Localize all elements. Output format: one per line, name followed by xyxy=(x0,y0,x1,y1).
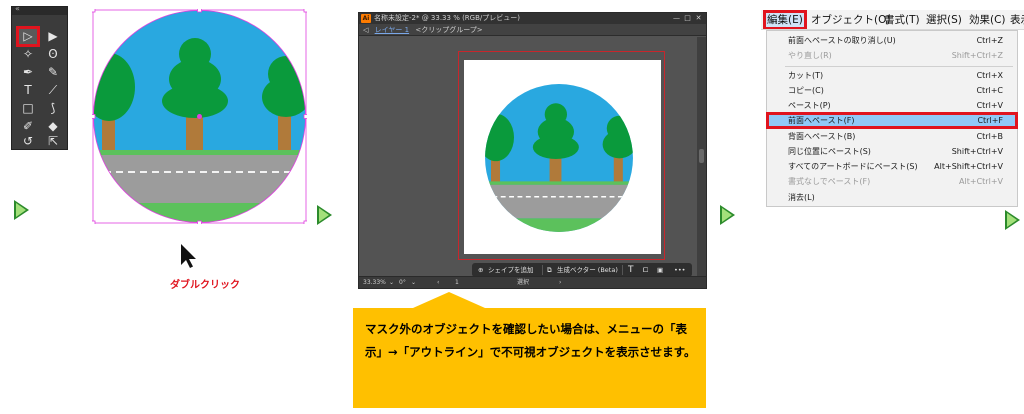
menu-item-undo-paste-in-front[interactable]: 前面へペーストの取り消し(U) Ctrl+Z xyxy=(767,33,1017,48)
curvature-tool-icon[interactable]: ✎ xyxy=(43,64,63,81)
menu-separator xyxy=(785,66,1013,67)
menu-item-paste-in-front[interactable]: 前面へペースト(F) Ctrl+F xyxy=(766,112,1018,129)
menu-select[interactable]: 選択(S) xyxy=(926,10,962,29)
tools-panel-grip[interactable]: « xyxy=(12,4,67,15)
menu-item-redo: やり直し(R) Shift+Ctrl+Z xyxy=(788,51,1003,60)
rotate-tool-icon[interactable]: ↺ xyxy=(18,133,38,150)
menu-item-copy[interactable]: コピー(C) Ctrl+C xyxy=(767,83,1017,98)
menu-item-paste-in-place[interactable]: 同じ位置にペースト(S) Shift+Ctrl+V xyxy=(767,144,1017,159)
more-options-icon[interactable]: ••• xyxy=(674,263,686,277)
rotation-dropdown-icon[interactable]: ⌄ xyxy=(411,277,416,288)
back-arrow-icon[interactable]: ◁ xyxy=(363,26,368,34)
grass-strip xyxy=(93,150,306,155)
double-click-caption: ダブルクリック xyxy=(170,280,240,291)
selection-tool-icon[interactable]: ▷ xyxy=(16,26,40,47)
clip-group-artwork[interactable] xyxy=(92,9,307,224)
rotation-value[interactable]: 0° xyxy=(399,277,406,288)
isolation-layer-link[interactable]: レイヤー 1 xyxy=(375,26,409,34)
generate-vector-icon[interactable]: ⧉ xyxy=(547,263,552,277)
artboard-number[interactable]: 1 xyxy=(455,277,459,288)
menu-item-paste[interactable]: ペースト(P) Ctrl+V xyxy=(767,98,1017,113)
paintbrush-tool-icon[interactable]: ⟆ xyxy=(43,100,63,117)
tools-panel: « ▷ ▶ ✧ ʘ ✒ ✎ T ⟋ □ ⟆ ✐ ◆ ↺ ⇱ xyxy=(11,4,68,150)
road xyxy=(93,155,306,203)
type-tool-icon[interactable]: T xyxy=(18,82,38,99)
title-bar: Ai 名称未設定-2* @ 33.33 % (RGB/プレビュー) — □ ✕ xyxy=(359,13,706,24)
zoom-dropdown-icon[interactable]: ⌄ xyxy=(389,277,394,288)
step-arrow-icon xyxy=(1005,210,1020,230)
minimize-button[interactable]: — xyxy=(671,13,682,24)
scrollbar-thumb[interactable] xyxy=(699,149,704,163)
callout-box: マスク外のオブジェクトを確認したい場合は、メニューの「表示」→「アウトライン」で… xyxy=(353,308,706,408)
contextual-task-bar: ⊕ シェイプを追加 ⧉ 生成ベクター (Beta) T ⧠ ▣ ••• xyxy=(472,263,692,277)
clip-group-artwork-preview[interactable] xyxy=(484,83,634,233)
tool-mode-label: 選択 xyxy=(517,279,530,286)
add-shape-icon[interactable]: ⊕ xyxy=(478,263,483,277)
crop-icon[interactable]: ⧠ xyxy=(643,263,648,277)
step-arrow-icon xyxy=(720,205,735,225)
app-logo-icon: Ai xyxy=(361,14,371,23)
menu-bar: 編集(E) オブジェクト(O) 書式(T) 選択(S) 効果(C) 表示 xyxy=(761,10,1024,30)
callout-text: マスク外のオブジェクトを確認したい場合は、メニューの「表示」→「アウトライン」で… xyxy=(365,322,696,359)
artboard-prev-icon[interactable]: ‹ xyxy=(437,277,439,288)
menu-item-cut[interactable]: カット(T) Ctrl+X xyxy=(767,68,1017,83)
isolation-mode-bar: ◁ レイヤー 1 <クリップグループ> xyxy=(359,24,706,36)
vertical-scrollbar[interactable] xyxy=(697,37,706,277)
lasso-tool-icon[interactable]: ʘ xyxy=(43,46,63,63)
step-arrow-icon xyxy=(14,200,29,220)
artboard-next-icon[interactable]: › xyxy=(559,277,561,288)
isolation-group-label[interactable]: <クリップグループ> xyxy=(415,26,482,34)
cursor-arrow-icon xyxy=(181,244,196,268)
menu-view[interactable]: 表示 xyxy=(1010,10,1024,29)
menu-item-clear[interactable]: 消去(L) xyxy=(767,190,1017,205)
edit-menu: 前面へペーストの取り消し(U) Ctrl+Z やり直し(R) Shift+Ctrl+… xyxy=(766,30,1018,207)
scale-tool-icon[interactable]: ⇱ xyxy=(43,133,63,150)
close-button[interactable]: ✕ xyxy=(693,13,704,24)
line-tool-icon[interactable]: ⟋ xyxy=(43,82,63,99)
direct-selection-tool-icon[interactable]: ▶ xyxy=(43,28,63,45)
illustrator-window: Ai 名称未設定-2* @ 33.33 % (RGB/プレビュー) — □ ✕ ◁ … xyxy=(358,12,707,289)
window-buttons: — □ ✕ xyxy=(671,13,704,24)
pen-tool-icon[interactable]: ✒ xyxy=(18,64,38,81)
zoom-level[interactable]: 33.33% xyxy=(363,277,386,288)
document-title: 名称未設定-2* @ 33.33 % (RGB/プレビュー) xyxy=(374,14,520,22)
maximize-button[interactable]: □ xyxy=(682,13,693,24)
status-bar: 33.33% ⌄ 0° ⌄ ‹ 1 選択 › xyxy=(359,276,706,288)
menu-effect[interactable]: 効果(C) xyxy=(969,10,1006,29)
menu-type[interactable]: 書式(T) xyxy=(884,10,920,29)
menu-object[interactable]: オブジェクト(O) xyxy=(811,10,890,29)
menu-item-paste-in-back[interactable]: 背面へペースト(B) Ctrl+B xyxy=(767,129,1017,144)
callout-pointer xyxy=(413,292,485,308)
image-icon[interactable]: ▣ xyxy=(657,263,663,277)
divider xyxy=(542,265,543,275)
generate-vector-button[interactable]: 生成ベクター (Beta) xyxy=(557,263,618,277)
magic-wand-tool-icon[interactable]: ✧ xyxy=(18,46,38,63)
step-arrow-icon xyxy=(317,205,332,225)
menu-edit[interactable]: 編集(E) xyxy=(763,10,807,29)
type-icon[interactable]: T xyxy=(628,263,634,277)
rectangle-tool-icon[interactable]: □ xyxy=(18,100,38,117)
center-point xyxy=(197,114,202,119)
menu-item-paste-without-formatting: 書式なしでペースト(F) Alt+Ctrl+V xyxy=(788,177,1003,186)
divider xyxy=(622,265,623,275)
menu-item-paste-on-all-artboards[interactable]: すべてのアートボードにペースト(S) Alt+Shift+Ctrl+V xyxy=(767,159,1017,174)
add-shape-button[interactable]: シェイプを追加 xyxy=(488,263,534,277)
